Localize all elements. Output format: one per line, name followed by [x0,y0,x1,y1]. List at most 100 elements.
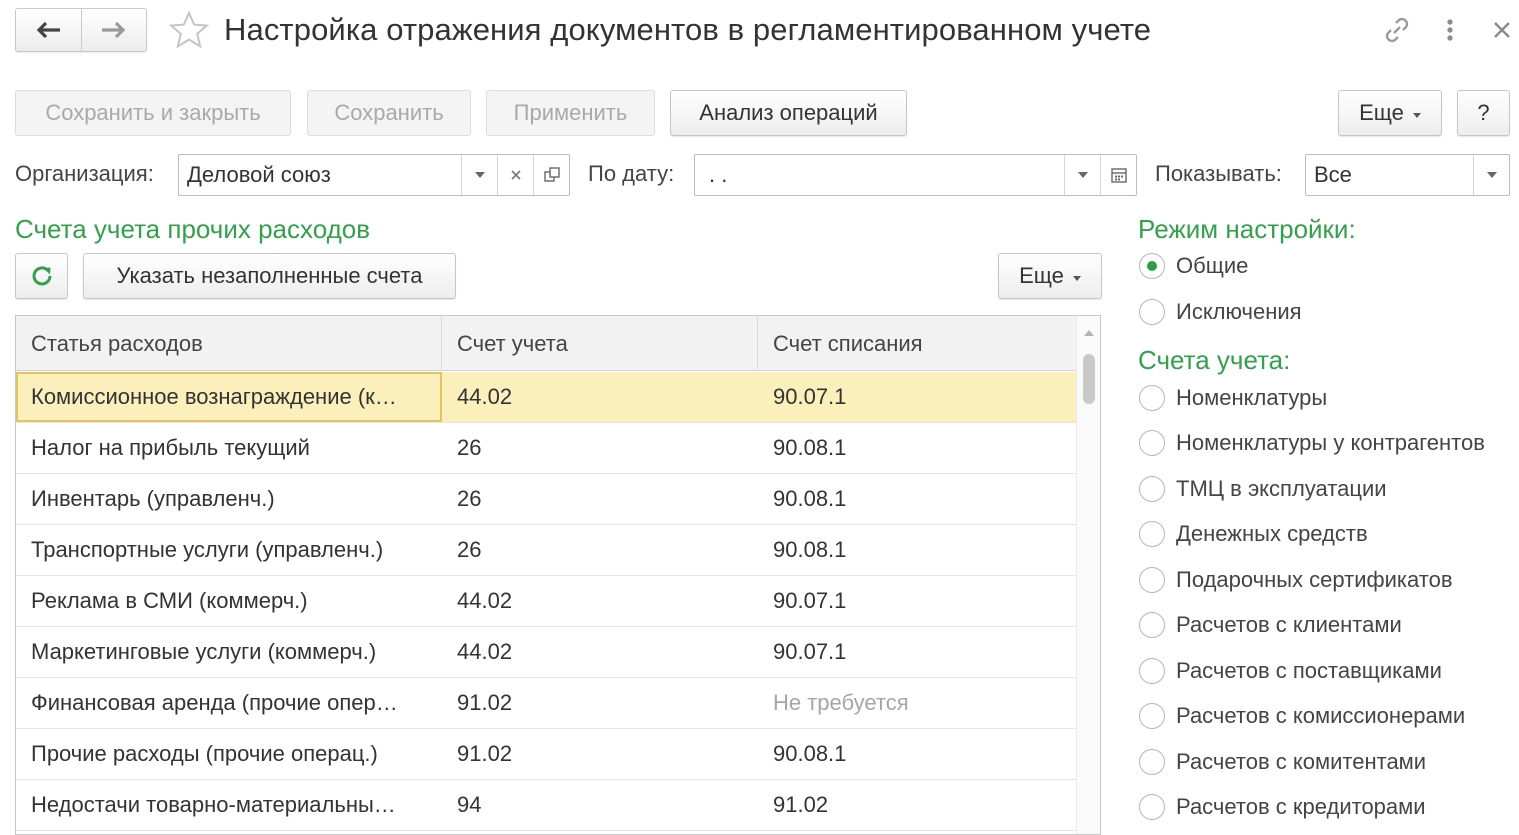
account-option-suppliers[interactable]: Расчетов с поставщиками [1139,658,1442,684]
table-scrollbar[interactable] [1076,316,1100,834]
cell-expense-item[interactable]: Маркетинговые услуги (коммерч.) [16,627,442,677]
expenses-table: Статья расходов Счет учета Счет списания… [15,315,1101,835]
radio-icon[interactable] [1139,430,1165,456]
cell-expense-item[interactable]: Инвентарь (управленч.) [16,474,442,524]
fill-empty-accounts-button[interactable]: Указать незаполненные счета [83,253,456,299]
radio-label: Денежных средств [1176,521,1368,546]
cell-writeoff-account[interactable]: 90.08.1 [758,729,1076,779]
table-row[interactable]: Налог на прибыль текущий 26 90.08.1 [16,423,1076,474]
cell-expense-item[interactable]: Комиссионное вознаграждение (к… [16,372,442,422]
scrollbar-thumb[interactable] [1083,354,1095,404]
radio-icon[interactable] [1139,299,1165,325]
cell-account[interactable]: 26 [442,525,758,575]
mode-option-general[interactable]: Общие [1139,253,1248,279]
table-row[interactable]: Комиссионное вознаграждение (к… 44.02 90… [16,372,1076,423]
account-option-nomenclature-contractors[interactable]: Номенклатуры у контрагентов [1139,430,1485,456]
save-button[interactable]: Сохранить [307,90,471,136]
help-button[interactable]: ? [1457,90,1510,136]
table-row[interactable]: Реклама в СМИ (коммерч.) 44.02 90.07.1 [16,576,1076,627]
cell-account[interactable]: 26 [442,423,758,473]
cell-expense-item[interactable]: Налог на прибыль текущий [16,423,442,473]
arrow-left-icon [36,21,61,39]
cell-writeoff-account[interactable]: 90.08.1 [758,423,1076,473]
cell-writeoff-account[interactable]: 90.07.1 [758,627,1076,677]
date-value[interactable]: . . [695,155,1064,195]
cell-expense-item[interactable]: Недостачи товарно-материальны… [16,780,442,830]
cell-expense-item[interactable]: Реклама в СМИ (коммерч.) [16,576,442,626]
table-row[interactable]: Финансовая аренда (прочие опер… 91.02 Не… [16,678,1076,729]
account-option-clients[interactable]: Расчетов с клиентами [1139,612,1402,638]
account-option-consignors[interactable]: Расчетов с комитентами [1139,749,1426,775]
account-option-creditors[interactable]: Расчетов с кредиторами [1139,794,1426,820]
show-dropdown-button[interactable] [1473,155,1509,195]
link-icon[interactable] [1381,14,1413,46]
save-and-close-button[interactable]: Сохранить и закрыть [15,90,291,136]
radio-icon[interactable] [1139,521,1165,547]
organization-clear-button[interactable] [497,155,533,195]
column-header-writeoff-account[interactable]: Счет списания [758,316,1076,371]
account-option-nomenclature[interactable]: Номенклатуры [1139,385,1327,411]
cell-account[interactable]: 94 [442,780,758,830]
radio-icon[interactable] [1139,749,1165,775]
column-header-expense-item[interactable]: Статья расходов [16,316,442,371]
operations-analysis-button[interactable]: Анализ операций [670,90,907,136]
account-option-commissioners[interactable]: Расчетов с комиссионерами [1139,703,1465,729]
calendar-button[interactable] [1100,155,1136,195]
account-option-gift-certificates[interactable]: Подарочных сертификатов [1139,567,1453,593]
column-header-account[interactable]: Счет учета [442,316,758,371]
radio-icon[interactable] [1139,703,1165,729]
cell-writeoff-account[interactable]: 90.07.1 [758,576,1076,626]
cell-writeoff-account[interactable]: 90.08.1 [758,525,1076,575]
table-row[interactable]: Недостачи товарно-материальны… 94 91.02 [16,780,1076,831]
date-field[interactable]: . . [694,154,1137,196]
show-value[interactable]: Все [1306,155,1473,195]
table-row[interactable]: Инвентарь (управленч.) 26 90.08.1 [16,474,1076,525]
table-row[interactable]: Транспортные услуги (управленч.) 26 90.0… [16,525,1076,576]
cell-account[interactable]: 44.02 [442,627,758,677]
organization-field[interactable]: Деловой союз [178,154,570,196]
show-select[interactable]: Все [1305,154,1510,196]
dropdown-icon [1486,172,1497,178]
kebab-icon[interactable] [1441,14,1459,46]
back-button[interactable] [16,9,81,51]
scroll-up-arrow-icon[interactable] [1084,330,1094,336]
cell-expense-item[interactable]: Прочие расходы (прочие операц.) [16,729,442,779]
cell-writeoff-account[interactable]: Не требуется [758,678,1076,728]
cell-expense-item[interactable]: Финансовая аренда (прочие опер… [16,678,442,728]
cell-expense-item[interactable]: Транспортные услуги (управленч.) [16,525,442,575]
mode-option-exceptions[interactable]: Исключения [1139,299,1302,325]
table-row[interactable]: Маркетинговые услуги (коммерч.) 44.02 90… [16,627,1076,678]
organization-dropdown-button[interactable] [461,155,497,195]
cell-writeoff-account[interactable]: 91.02 [758,780,1076,830]
cell-account[interactable]: 91.02 [442,678,758,728]
account-option-cash[interactable]: Денежных средств [1139,521,1368,547]
date-dropdown-button[interactable] [1064,155,1100,195]
star-icon[interactable] [168,10,210,50]
apply-button[interactable]: Применить [486,90,655,136]
radio-selected-icon[interactable] [1139,253,1165,279]
cell-account[interactable]: 44.02 [442,372,758,422]
radio-icon[interactable] [1139,658,1165,684]
arrow-right-icon [101,21,126,39]
radio-icon[interactable] [1139,476,1165,502]
account-option-tmc[interactable]: ТМЦ в эксплуатации [1139,476,1387,502]
radio-icon[interactable] [1139,385,1165,411]
cell-account[interactable]: 26 [442,474,758,524]
cell-writeoff-account[interactable]: 90.07.1 [758,372,1076,422]
radio-icon[interactable] [1139,612,1165,638]
cell-account[interactable]: 44.02 [442,576,758,626]
close-icon[interactable] [1490,14,1514,46]
cell-writeoff-account[interactable]: 90.08.1 [758,474,1076,524]
organization-value[interactable]: Деловой союз [179,155,461,195]
more-menu-button[interactable]: Еще [1338,90,1442,136]
table-row[interactable]: Прочие расходы (прочие операц.) 91.02 90… [16,729,1076,780]
clear-icon [510,170,521,180]
cell-account[interactable]: 91.02 [442,729,758,779]
radio-icon[interactable] [1139,567,1165,593]
refresh-button[interactable] [15,253,68,299]
organization-open-button[interactable] [533,155,569,195]
forward-button[interactable] [80,9,147,51]
radio-icon[interactable] [1139,794,1165,820]
table-more-button[interactable]: Еще [998,253,1102,299]
navigation-buttons [15,8,147,52]
